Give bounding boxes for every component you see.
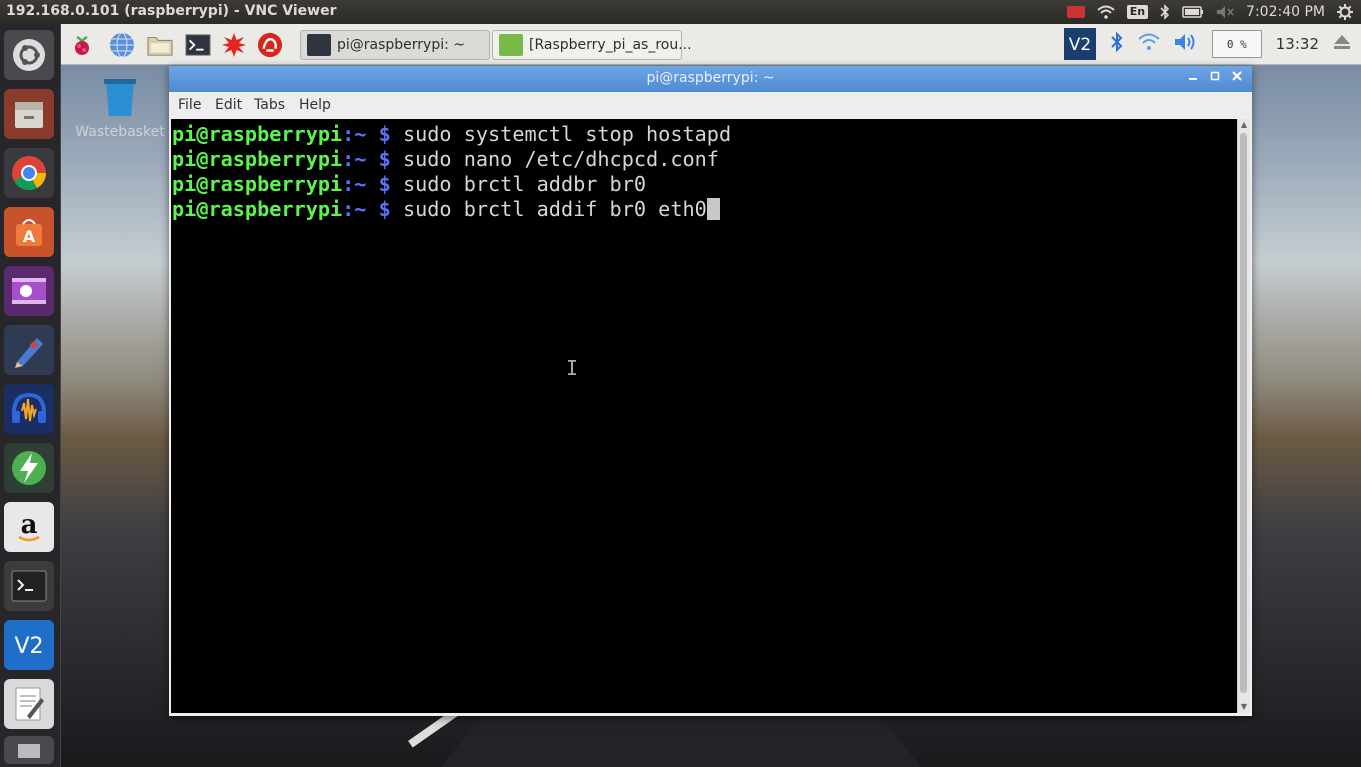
text-editor-icon[interactable] <box>4 679 54 729</box>
lightning-icon[interactable] <box>4 443 54 493</box>
cpu-usage-monitor[interactable]: 0 % <box>1211 30 1262 58</box>
terminal-title: pi@raspberrypi: ~ <box>646 70 775 86</box>
audacity-icon[interactable] <box>4 384 54 434</box>
trash-icon <box>104 79 136 116</box>
ubuntu-home-icon[interactable] <box>4 30 54 80</box>
window-title: 192.168.0.101 (raspberrypi) - VNC Viewer <box>6 3 337 19</box>
rpi-system-tray: V2 0 % 13:32 <box>1063 24 1351 64</box>
bluetooth-icon[interactable] <box>1160 4 1170 20</box>
terminal-line: pi@raspberrypi:~ $ sudo systemctl stop h… <box>172 122 732 146</box>
text-cursor <box>706 198 720 220</box>
record-icon[interactable] <box>1066 6 1085 18</box>
svg-text:a: a <box>21 510 38 540</box>
wifi-icon[interactable] <box>1097 5 1115 19</box>
launcher: A a V2 <box>0 24 61 767</box>
svg-text:V2: V2 <box>1069 35 1091 55</box>
terminal-menubar: File Edit Tabs Help <box>169 92 1252 118</box>
terminal-line: pi@raspberrypi:~ $ sudo brctl addbr br0 <box>172 172 647 196</box>
text-editor-icon <box>499 34 523 56</box>
folder-icon[interactable] <box>147 32 173 58</box>
eject-icon[interactable] <box>1333 34 1351 54</box>
host-system-tray: En 7:02:40 PM <box>1066 0 1353 24</box>
menu-tabs[interactable]: Tabs <box>254 97 285 113</box>
taskbar-editor-button[interactable]: [Raspberry_pi_as_rou... <box>492 30 692 60</box>
terminal-line: pi@raspberrypi:~ $ sudo brctl addif br0 … <box>172 197 1238 222</box>
vnc-server-icon[interactable]: V2 <box>1063 28 1096 60</box>
chrome-icon[interactable] <box>4 148 54 198</box>
remote-desktop[interactable]: pi@raspberrypi: ~ [Raspberry_pi_as_rou..… <box>61 24 1361 767</box>
gear-icon[interactable] <box>1337 4 1353 20</box>
taskbar-editor-label: [Raspberry_pi_as_rou... <box>529 37 692 53</box>
terminal-titlebar[interactable]: pi@raspberrypi: ~ <box>169 66 1252 92</box>
taskbar-terminal-label: pi@raspberrypi: ~ <box>337 37 466 53</box>
vnc-icon[interactable]: V2 <box>4 620 54 670</box>
wifi-icon[interactable] <box>1138 33 1160 55</box>
terminal-launch-icon[interactable] <box>185 32 211 58</box>
host-top-bar: 192.168.0.101 (raspberrypi) - VNC Viewer… <box>0 0 1361 24</box>
maximize-button[interactable] <box>1206 69 1224 87</box>
wastebasket[interactable]: Wastebasket <box>75 76 165 140</box>
scroll-up-icon[interactable]: ▲ <box>1238 119 1250 131</box>
wastebasket-label: Wastebasket <box>75 124 165 140</box>
terminal-window[interactable]: pi@raspberrypi: ~ File Edit Tabs Help pi… <box>169 66 1252 716</box>
battery-icon[interactable] <box>1182 6 1204 18</box>
terminal-output[interactable]: pi@raspberrypi:~ $ sudo systemctl stop h… <box>171 119 1238 713</box>
software-center-icon[interactable]: A <box>4 207 54 257</box>
close-button[interactable] <box>1228 69 1246 87</box>
menu-edit[interactable]: Edit <box>215 97 242 113</box>
ibeam-cursor-icon: I <box>566 356 579 380</box>
svg-text:A: A <box>23 227 36 246</box>
raspberry-menu-icon[interactable] <box>69 32 95 58</box>
menu-help[interactable]: Help <box>299 97 331 113</box>
pencil-icon[interactable] <box>4 325 54 375</box>
mathematica-icon[interactable] <box>221 32 247 58</box>
keyboard-layout-indicator[interactable]: En <box>1126 5 1149 19</box>
host-clock[interactable]: 7:02:40 PM <box>1246 4 1325 20</box>
volume-icon[interactable] <box>1174 33 1198 55</box>
terminal-line: pi@raspberrypi:~ $ sudo nano /etc/dhcpcd… <box>172 147 719 171</box>
terminal-icon[interactable] <box>4 561 54 611</box>
bluetooth-icon[interactable] <box>1110 31 1124 57</box>
rpi-clock[interactable]: 13:32 <box>1276 35 1319 53</box>
mute-icon[interactable] <box>1216 5 1234 19</box>
terminal-icon <box>307 34 331 56</box>
minimize-button[interactable] <box>1184 69 1202 87</box>
scroll-thumb[interactable] <box>1240 133 1247 693</box>
terminal-scrollbar[interactable]: ▲ ▼ <box>1237 119 1250 713</box>
rpi-taskbar: pi@raspberrypi: ~ [Raspberry_pi_as_rou..… <box>61 24 1361 65</box>
scroll-down-icon[interactable]: ▼ <box>1238 701 1250 713</box>
wolfram-icon[interactable] <box>257 32 283 58</box>
more-icon[interactable] <box>4 736 54 764</box>
menu-file[interactable]: File <box>178 97 201 113</box>
taskbar-terminal-button[interactable]: pi@raspberrypi: ~ <box>300 30 490 60</box>
globe-icon[interactable] <box>109 32 135 58</box>
files-icon[interactable] <box>4 89 54 139</box>
video-icon[interactable] <box>4 266 54 316</box>
svg-text:V2: V2 <box>14 634 43 659</box>
amazon-icon[interactable]: a <box>4 502 54 552</box>
